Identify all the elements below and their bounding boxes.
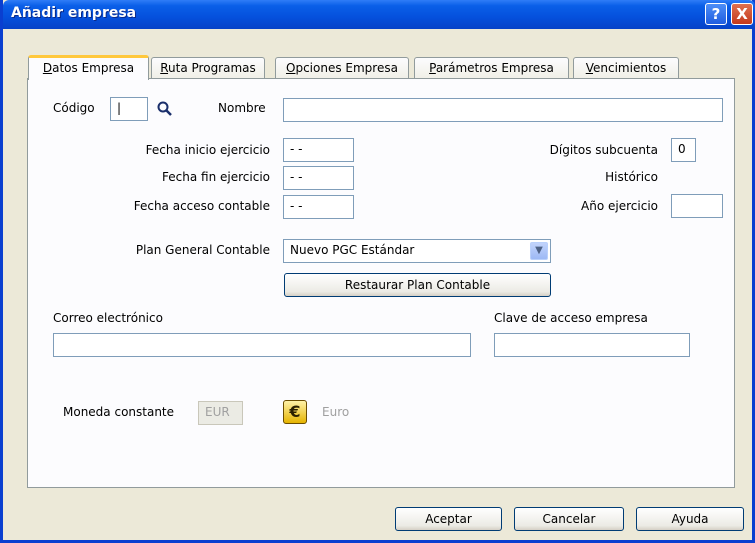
correo-label: Correo electrónico bbox=[53, 311, 163, 325]
fecha-acceso-input[interactable]: - - bbox=[283, 195, 354, 219]
digitos-subcuenta-input[interactable]: 0 bbox=[671, 138, 696, 162]
search-icon[interactable] bbox=[156, 100, 174, 118]
euro-label: Euro bbox=[322, 405, 350, 419]
window-title: Añadir empresa bbox=[11, 5, 137, 21]
clave-label: Clave de acceso empresa bbox=[494, 311, 648, 325]
aceptar-button[interactable]: Aceptar bbox=[395, 507, 502, 531]
digitos-subcuenta-label: Dígitos subcuenta bbox=[549, 143, 658, 157]
ayuda-button[interactable]: Ayuda bbox=[636, 507, 744, 531]
plan-contable-label: Plan General Contable bbox=[135, 243, 270, 257]
fecha-fin-label: Fecha fin ejercicio bbox=[162, 170, 270, 184]
fecha-fin-input[interactable]: - - bbox=[283, 166, 354, 190]
nombre-label: Nombre bbox=[218, 101, 266, 115]
ano-ejercicio-input[interactable] bbox=[671, 194, 723, 218]
title-bar[interactable]: Añadir empresa ? X bbox=[3, 0, 755, 29]
tab-opciones-empresa[interactable]: Opciones Empresa bbox=[275, 57, 409, 79]
plan-contable-value: Nuevo PGC Estándar bbox=[290, 243, 415, 257]
cancelar-button[interactable]: Cancelar bbox=[514, 507, 624, 531]
clave-input[interactable] bbox=[494, 333, 690, 357]
fecha-inicio-input[interactable]: - - bbox=[283, 138, 354, 162]
fecha-inicio-label: Fecha inicio ejercicio bbox=[145, 143, 270, 157]
codigo-label: Código bbox=[53, 101, 95, 115]
tab-ruta-programas[interactable]: Ruta Programas bbox=[151, 57, 265, 79]
tab-datos-empresa[interactable]: Datos Empresa bbox=[28, 55, 149, 80]
euro-icon[interactable]: € bbox=[283, 400, 307, 424]
plan-contable-select[interactable]: Nuevo PGC Estándar ▼ bbox=[283, 239, 551, 263]
moneda-input: EUR bbox=[198, 401, 243, 425]
codigo-input[interactable]: | bbox=[110, 97, 148, 121]
nombre-input[interactable] bbox=[283, 98, 723, 122]
close-icon[interactable]: X bbox=[731, 3, 753, 25]
tab-parametros-empresa[interactable]: Parámetros Empresa bbox=[414, 57, 569, 79]
restaurar-plan-button[interactable]: Restaurar Plan Contable bbox=[284, 273, 551, 297]
correo-input[interactable] bbox=[53, 333, 471, 357]
help-icon[interactable]: ? bbox=[705, 3, 727, 25]
chevron-down-icon[interactable]: ▼ bbox=[530, 242, 548, 260]
ano-ejercicio-label: Año ejercicio bbox=[581, 199, 658, 213]
tab-vencimientos[interactable]: Vencimientos bbox=[573, 57, 679, 79]
historico-label: Histórico bbox=[605, 170, 658, 184]
moneda-label: Moneda constante bbox=[63, 405, 175, 419]
fecha-acceso-label: Fecha acceso contable bbox=[133, 199, 270, 213]
